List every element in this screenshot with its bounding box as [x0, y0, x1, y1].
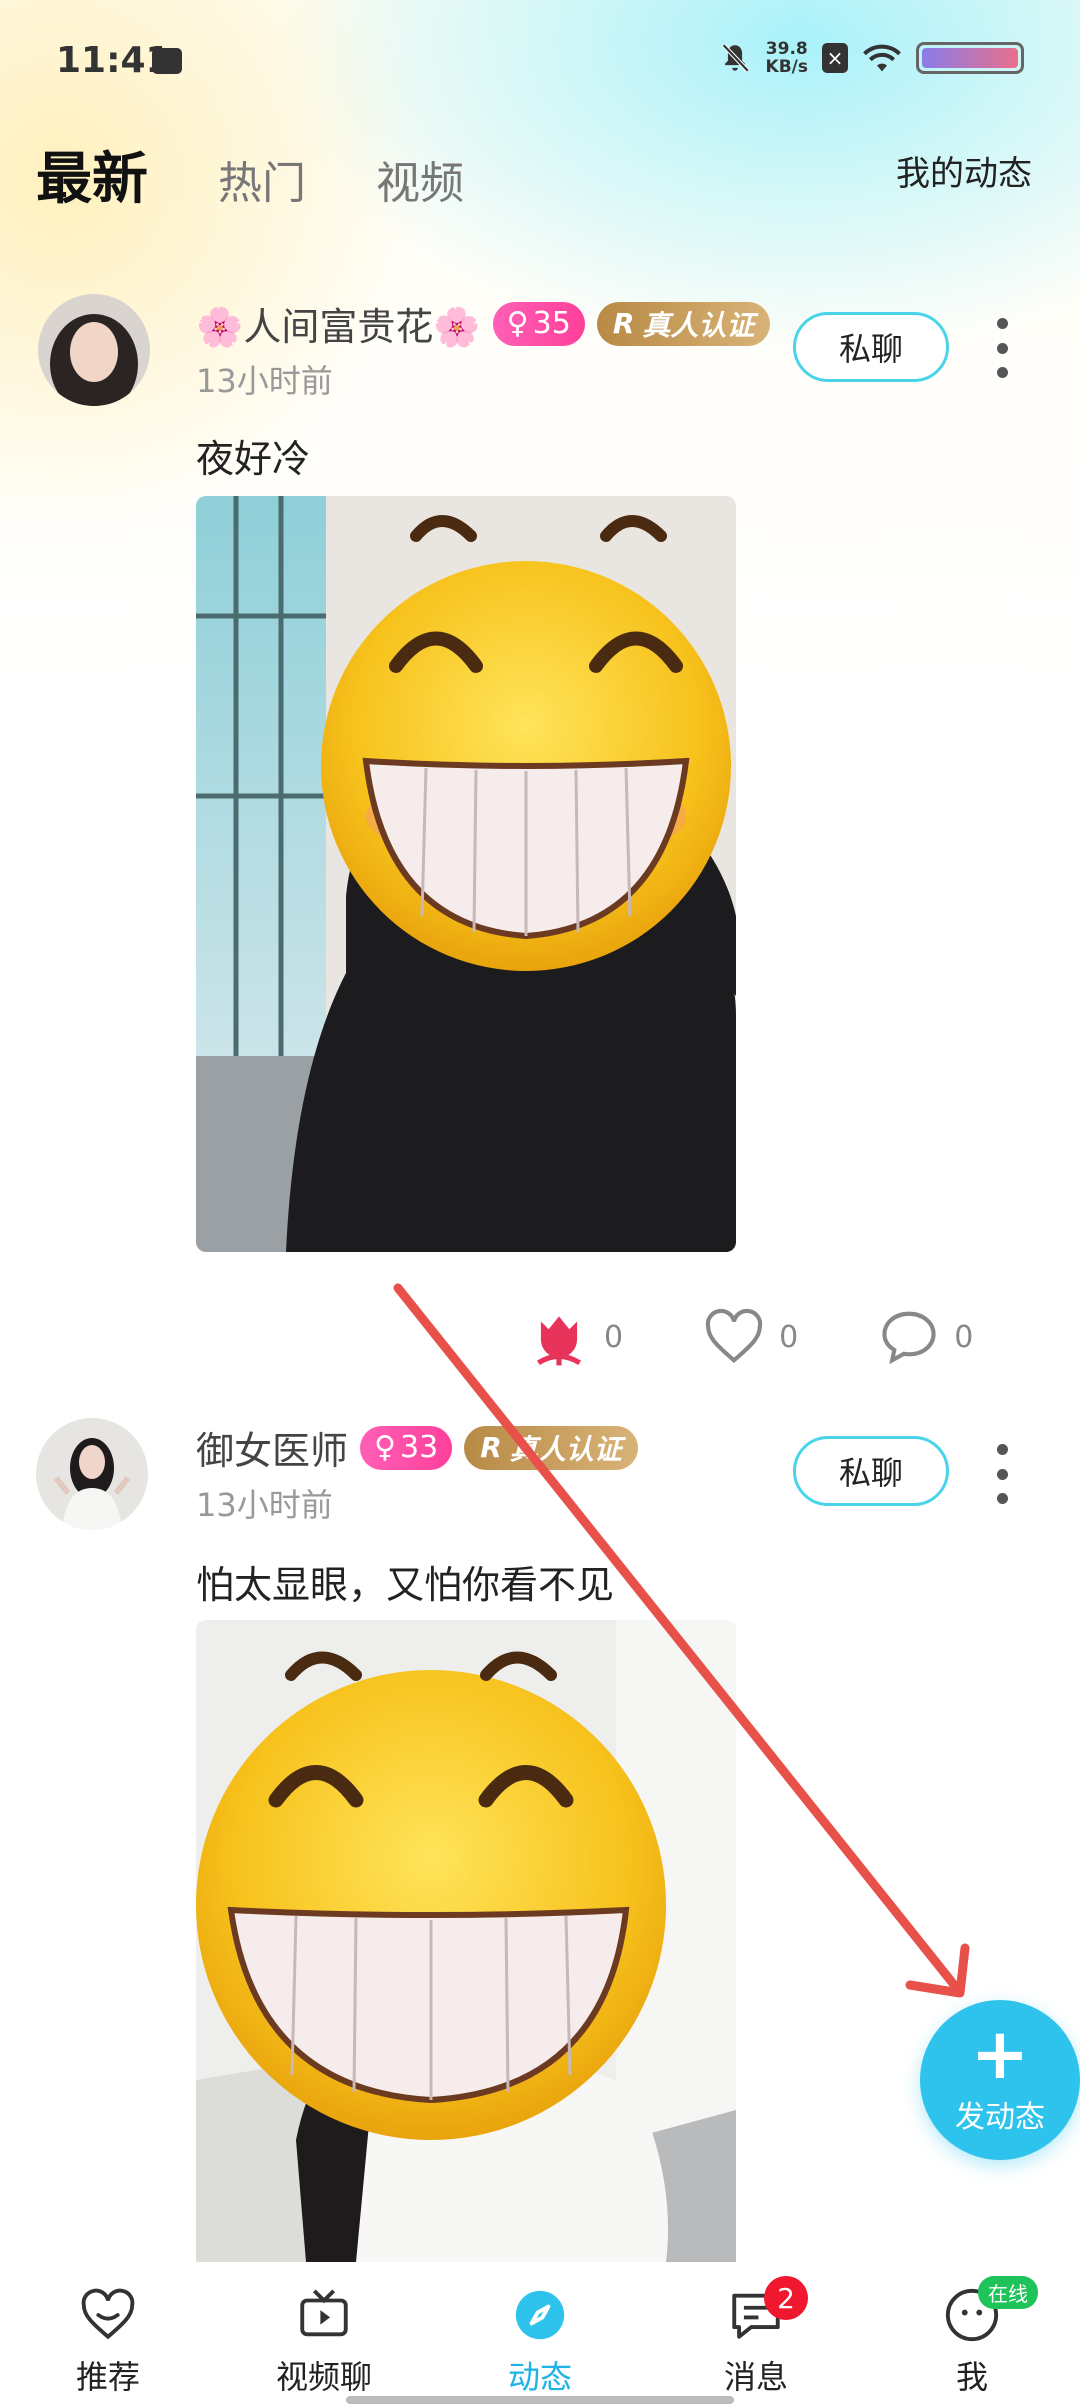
post-text: 夜好冷 — [196, 437, 311, 481]
wifi-icon — [863, 44, 901, 72]
tv-icon — [300, 2289, 348, 2337]
post-time: 13小时前 — [196, 362, 333, 400]
post-time: 13小时前 — [196, 1486, 333, 1524]
flower-count: 0 — [604, 1319, 624, 1355]
verify-badge: R 真人认证 — [596, 301, 771, 346]
net-speed: 39.8 KB/s — [765, 39, 808, 77]
comment-count: 0 — [954, 1319, 974, 1355]
home-indicator — [346, 2396, 734, 2404]
private-chat-button[interactable]: 私聊 — [793, 312, 949, 382]
verify-badge: R 真人认证 — [464, 1425, 638, 1470]
post-actions: 0 0 0 — [528, 1306, 973, 1368]
nav-me[interactable]: 我 在线 — [882, 2276, 1062, 2398]
compass-icon — [515, 2290, 565, 2340]
nav-dynamic[interactable]: 动态 — [450, 2286, 630, 2398]
like-count: 0 — [779, 1319, 799, 1355]
username[interactable]: 御女医师 — [196, 1420, 348, 1475]
flower-action[interactable]: 0 — [528, 1306, 623, 1368]
more-icon[interactable] — [992, 1444, 1012, 1504]
r-icon: R — [480, 1431, 502, 1464]
post-dynamic-button[interactable]: + 发动态 — [920, 2000, 1080, 2160]
tab-video[interactable]: 视频 — [376, 147, 464, 211]
feed-tabs: 最新 热门 视频 — [36, 134, 464, 215]
nav-video-chat[interactable]: 视频聊 — [234, 2286, 414, 2398]
mail-notification-icon — [152, 48, 182, 74]
charm-icon: ♀ — [506, 306, 529, 341]
unread-badge: 2 — [764, 2276, 808, 2320]
tab-latest[interactable]: 最新 — [36, 134, 148, 215]
more-icon[interactable] — [992, 318, 1012, 378]
heart-face-icon — [81, 2288, 135, 2340]
online-badge: 在线 — [978, 2276, 1038, 2309]
level-badge: ♀ 33 — [360, 1425, 453, 1470]
bell-off-icon — [721, 43, 749, 73]
avatar[interactable] — [38, 294, 150, 406]
x-status-icon: × — [822, 43, 848, 73]
status-icons: 39.8 KB/s × — [718, 40, 1024, 76]
post-photo[interactable] — [196, 1620, 736, 2262]
comment-action[interactable]: 0 — [878, 1306, 973, 1368]
nav-messages[interactable]: 消息 2 — [666, 2276, 846, 2398]
private-chat-button[interactable]: 私聊 — [793, 1436, 949, 1506]
post-header: 🌸人间富贵花🌸 ♀ 35 R 真人认证 — [196, 296, 771, 351]
username[interactable]: 🌸人间富贵花🌸 — [196, 296, 481, 351]
plus-icon: + — [970, 2013, 1030, 2095]
post-text: 怕太显眼，又怕你看不见 — [196, 1563, 615, 1607]
comment-icon — [882, 1311, 936, 1365]
r-icon: R — [612, 307, 635, 340]
charm-icon: ♀ — [374, 1430, 396, 1465]
post-header: 御女医师 ♀ 33 R 真人认证 — [196, 1420, 638, 1475]
avatar[interactable] — [36, 1418, 148, 1530]
level-badge: ♀ 35 — [492, 301, 585, 346]
flower-icon — [536, 1316, 582, 1366]
bottom-nav: 推荐 视频聊 动态 消息 2 我 在线 — [0, 2262, 1080, 2408]
battery-icon — [916, 42, 1024, 74]
nav-recommend[interactable]: 推荐 — [18, 2286, 198, 2398]
post-photo[interactable] — [196, 496, 736, 1252]
like-action[interactable]: 0 — [703, 1306, 798, 1368]
tab-hot[interactable]: 热门 — [218, 147, 306, 211]
heart-icon — [705, 1308, 763, 1363]
my-dynamic-link[interactable]: 我的动态 — [896, 146, 1032, 195]
